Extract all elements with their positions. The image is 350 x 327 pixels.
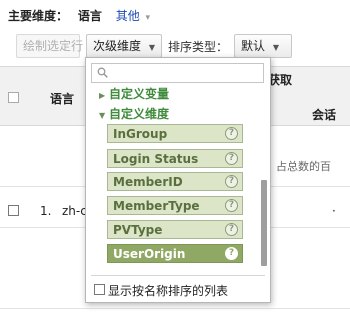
help-icon[interactable]: ? — [225, 247, 238, 260]
dimension-item-label[interactable]: InGroup — [113, 127, 167, 141]
chevron-down-icon[interactable]: ▾ — [146, 13, 151, 23]
dimension-item-memberid[interactable]: MemberID ? — [107, 172, 243, 191]
dropdown-scrollbar[interactable] — [261, 180, 267, 266]
secondary-dimension-dropdown: ▶ 自定义变量 ▼ 自定义维度 InGroup ? Login Status ? M… — [85, 57, 271, 303]
help-icon[interactable]: ? — [225, 152, 238, 165]
other-dimension-link[interactable]: 其他 ▾ — [116, 9, 150, 23]
dimension-item-pvtype[interactable]: PVType ? — [107, 220, 243, 239]
help-icon[interactable]: ? — [225, 199, 238, 212]
dimension-item-userorigin[interactable]: UserOrigin ? — [107, 244, 243, 263]
help-icon[interactable]: ? — [225, 223, 238, 236]
dimension-item-ingroup[interactable]: InGroup ? — [107, 124, 243, 143]
group-custom-dimensions[interactable]: ▼ 自定义维度 — [99, 105, 169, 122]
primary-dimension-label: 主要维度： — [8, 9, 69, 23]
select-all-checkbox[interactable] — [8, 92, 19, 103]
sessions-column-header[interactable]: 会话 — [312, 106, 336, 123]
dimension-item-label[interactable]: UserOrigin — [113, 247, 185, 261]
dimension-item-label[interactable]: MemberID — [113, 175, 183, 189]
triangle-right-icon[interactable]: ▶ — [99, 91, 109, 100]
row-index: 1. — [40, 204, 52, 218]
table-bottom-divider — [0, 308, 350, 309]
search-icon — [97, 67, 108, 78]
chevron-down-icon[interactable]: ▼ — [149, 43, 155, 52]
help-icon[interactable]: ? — [225, 175, 238, 188]
secondary-dimension-label[interactable]: 次级维度 — [93, 39, 141, 53]
dimension-search-input[interactable] — [112, 65, 260, 81]
current-dimension: 语言 — [77, 9, 102, 23]
dimension-item-membertype[interactable]: MemberType ? — [107, 196, 243, 215]
plot-rows-button[interactable]: 绘制选定行 — [16, 34, 83, 58]
secondary-dimension-button[interactable]: 次级维度 ▼ — [86, 34, 162, 58]
dimension-item-login-status[interactable]: Login Status ? — [107, 149, 243, 168]
chevron-down-icon[interactable]: ▼ — [273, 43, 279, 52]
alphabetical-list-label[interactable]: 显示按名称排序的列表 — [108, 282, 228, 299]
row-checkbox[interactable] — [8, 205, 19, 216]
group-custom-dimensions-label[interactable]: 自定义维度 — [109, 107, 169, 121]
totals-percent-text: 占总数的百 — [276, 160, 331, 173]
group-custom-variables[interactable]: ▶ 自定义变量 — [99, 85, 169, 102]
dropdown-divider — [91, 275, 265, 276]
other-dimension-label[interactable]: 其他 — [116, 9, 140, 23]
group-custom-variables-label[interactable]: 自定义变量 — [109, 87, 169, 101]
dimension-search-box[interactable] — [91, 63, 264, 83]
help-icon[interactable]: ? — [225, 127, 238, 140]
dimension-item-label[interactable]: PVType — [113, 223, 162, 237]
dimension-item-label[interactable]: MemberType — [113, 199, 200, 213]
acquisition-column-header: 获取 — [268, 73, 293, 87]
dimension-item-label[interactable]: Login Status — [113, 152, 198, 166]
primary-dimension-bar: 主要维度： 语言 其他 ▾ — [8, 7, 150, 27]
row-language-link[interactable]: zh-c — [62, 204, 87, 218]
alphabetical-list-checkbox[interactable] — [94, 284, 105, 295]
sort-type-value[interactable]: 默认 — [241, 39, 265, 53]
row-sessions-value: · — [332, 204, 336, 218]
sort-type-select[interactable]: 默认 ▼ — [234, 34, 292, 58]
language-column-header[interactable]: 语言 — [50, 90, 74, 107]
triangle-down-icon[interactable]: ▼ — [99, 111, 109, 120]
sort-type-label: 排序类型： — [168, 40, 229, 54]
